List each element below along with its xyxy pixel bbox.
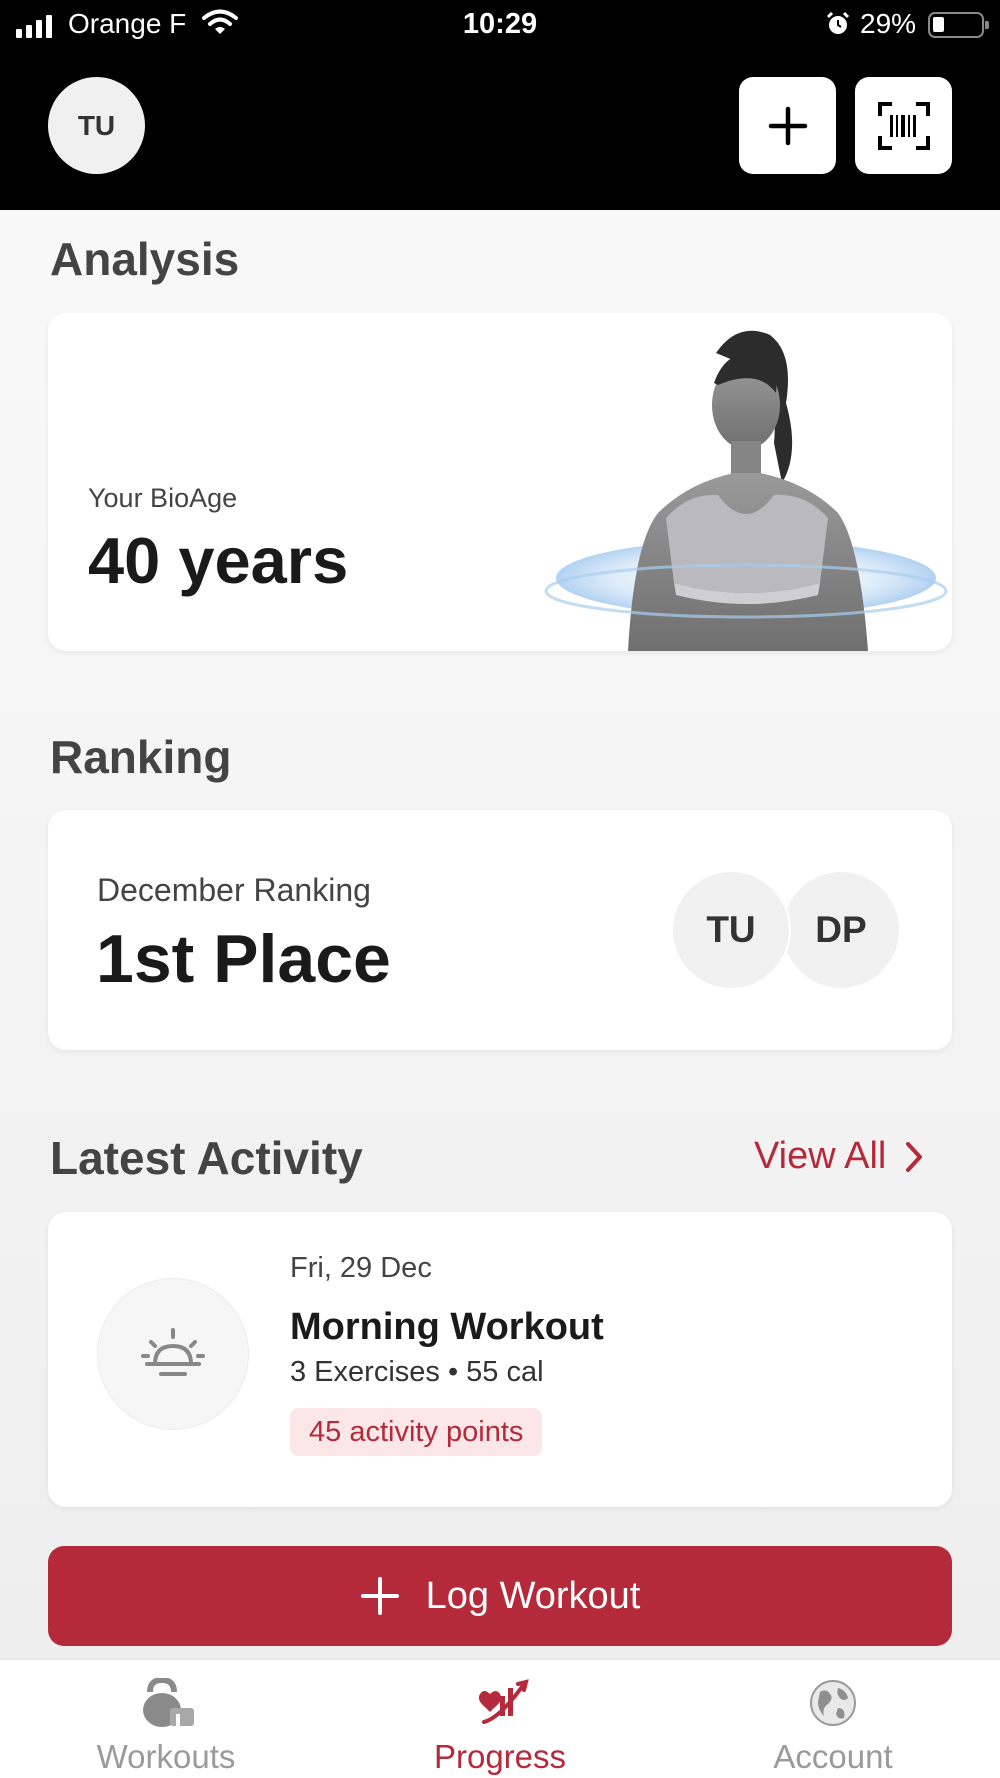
participant-avatar: DP <box>781 870 901 990</box>
sunrise-icon <box>141 1328 205 1376</box>
activity-card[interactable]: Fri, 29 Dec Morning Workout 3 Exercises … <box>48 1212 952 1507</box>
athlete-illustration <box>544 330 948 651</box>
kettlebell-icon <box>143 1678 194 1727</box>
nav-label-progress: Progress <box>433 1738 567 1775</box>
ranking-heading: Ranking <box>50 731 232 783</box>
bottom-navigation: Workouts Progress Account <box>0 1659 1000 1778</box>
view-all-label: View All <box>754 1135 887 1177</box>
plus-icon <box>360 1577 399 1615</box>
activity-points-badge: 45 activity points <box>290 1408 543 1456</box>
participant-avatar: TU <box>671 870 791 990</box>
add-button[interactable] <box>739 77 836 174</box>
activity-icon-circle <box>97 1278 249 1430</box>
user-avatar[interactable]: TU <box>48 77 145 174</box>
chevron-right-icon <box>906 1141 923 1172</box>
scan-button[interactable] <box>855 77 952 174</box>
nav-label-account: Account <box>773 1738 893 1775</box>
nav-label-workouts: Workouts <box>96 1738 236 1775</box>
ranking-value: 1st Place <box>96 921 391 997</box>
bioage-value: 40 years <box>88 524 349 597</box>
activity-title: Morning Workout <box>290 1306 604 1348</box>
status-bar: Orange F 10:29 29% <box>0 0 1000 50</box>
ranking-label: December Ranking <box>97 872 371 908</box>
activity-date: Fri, 29 Dec <box>290 1252 432 1284</box>
nav-item-workouts[interactable]: Workouts <box>36 1660 296 1778</box>
latest-activity-heading: Latest Activity <box>50 1132 363 1184</box>
plus-icon <box>768 106 807 145</box>
log-workout-label: Log Workout <box>425 1574 641 1617</box>
progress-screen: Orange F 10:29 29% TU Analysis Your BioA… <box>0 0 1000 1778</box>
progress-chart-icon <box>478 1679 529 1724</box>
alarm-icon <box>826 11 850 34</box>
nav-item-account[interactable]: Account <box>703 1660 963 1778</box>
globe-icon <box>810 1680 856 1726</box>
analysis-heading: Analysis <box>50 233 240 285</box>
top-bar: Orange F 10:29 29% TU <box>0 0 1000 210</box>
bioage-card[interactable]: Your BioAge 40 years <box>48 313 952 651</box>
battery-percent: 29% <box>860 8 917 39</box>
log-workout-button[interactable]: Log Workout <box>48 1546 952 1646</box>
ranking-card[interactable]: December Ranking 1st Place DP TU <box>48 810 952 1050</box>
bioage-label: Your BioAge <box>88 483 238 513</box>
activity-meta: 3 Exercises • 55 cal <box>290 1356 544 1388</box>
nav-item-progress[interactable]: Progress <box>370 1660 630 1778</box>
barcode-scan-icon <box>877 101 930 150</box>
battery-icon <box>928 12 989 38</box>
view-all-link[interactable]: View All <box>754 1135 924 1178</box>
